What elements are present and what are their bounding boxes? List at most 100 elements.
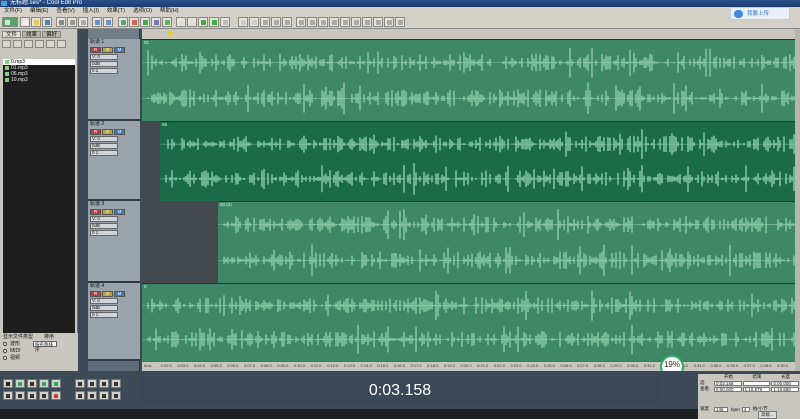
view-end-field[interactable]: 1:10.679	[742, 386, 771, 392]
mute-button[interactable]: M	[114, 47, 125, 53]
tool-button[interactable]	[176, 17, 186, 27]
play-file-icon[interactable]	[46, 40, 55, 48]
edit-file-icon[interactable]	[35, 40, 44, 48]
tool-button[interactable]	[271, 17, 281, 27]
loop-icon[interactable]	[57, 40, 66, 48]
track-header[interactable]: 轨道 2 RSM V: 0 0dB 0 1	[88, 121, 140, 201]
top-ruler[interactable]	[142, 29, 795, 39]
record-arm-button[interactable]: R	[90, 291, 101, 297]
audio-clip[interactable]: 0	[142, 283, 795, 361]
volume-field[interactable]: V: 0	[90, 298, 118, 304]
menu-insert[interactable]: 插入(I)	[79, 7, 103, 15]
selection-end-field[interactable]	[742, 380, 771, 386]
tool-button[interactable]	[249, 17, 259, 27]
menu-options[interactable]: 选项(O)	[129, 7, 156, 15]
tool-button[interactable]	[329, 17, 339, 27]
selection-start-field[interactable]: 0:03.158	[714, 380, 742, 386]
tool-button[interactable]	[140, 17, 150, 27]
volume-field[interactable]: V: 0	[90, 216, 118, 222]
redo-button[interactable]	[103, 17, 113, 27]
tab-effects[interactable]: 效果	[22, 31, 42, 38]
solo-button[interactable]: S	[102, 291, 113, 297]
tool-button[interactable]	[220, 17, 230, 27]
output-field[interactable]: 0 1	[90, 312, 118, 318]
multitrack-area[interactable]: 01 06 00 (2) 0	[142, 39, 795, 361]
zoom-right-icon[interactable]	[111, 391, 121, 400]
tool-button[interactable]	[209, 17, 219, 27]
track-header[interactable]: 轨道 3 RSM V: 0 0dB 0 1	[88, 201, 140, 283]
cut-button[interactable]	[56, 17, 66, 27]
go-start-button[interactable]	[3, 391, 13, 400]
view-start-field[interactable]: 0:00.000	[714, 386, 742, 392]
tool-button[interactable]	[362, 17, 372, 27]
tool-button[interactable]	[395, 17, 405, 27]
play-button[interactable]	[15, 379, 25, 388]
mode-switch-button[interactable]	[2, 17, 18, 27]
solo-button[interactable]: S	[102, 209, 113, 215]
zoom-left-icon[interactable]	[99, 391, 109, 400]
track-lane[interactable]: 00 (2)	[142, 201, 795, 283]
bpm-field[interactable]: 145	[714, 406, 728, 412]
go-end-button[interactable]	[39, 391, 49, 400]
beats-field[interactable]: 4	[741, 406, 750, 412]
play-to-end-button[interactable]	[39, 379, 49, 388]
volume-field[interactable]: V: 0	[90, 136, 118, 142]
new-button[interactable]	[20, 17, 30, 27]
view-length-field[interactable]: 1:10.680	[771, 386, 800, 392]
import-icon[interactable]	[13, 40, 22, 48]
gain-field[interactable]: 0dB	[90, 143, 118, 149]
zoom-in-v-icon[interactable]	[75, 391, 85, 400]
zoom-selection-icon[interactable]	[111, 379, 121, 388]
stop-button[interactable]	[3, 379, 13, 388]
tool-button[interactable]	[307, 17, 317, 27]
advanced-button[interactable]: 高级...	[758, 411, 777, 419]
menu-view[interactable]: 查看(V)	[52, 7, 78, 15]
paste-button[interactable]	[78, 17, 88, 27]
tool-button[interactable]	[151, 17, 161, 27]
tool-button[interactable]	[260, 17, 270, 27]
time-ruler[interactable]: hms 0:02.0 0:03.0 0:04.0 0:05.0 0:06.0 0:07.0 0…	[142, 361, 795, 371]
vertical-scrollbar[interactable]	[795, 29, 800, 371]
output-field[interactable]: 0 1	[90, 68, 118, 74]
upload-button[interactable]: 我要上传	[730, 7, 790, 20]
mute-button[interactable]: M	[114, 209, 125, 215]
file-item[interactable]: 10.mp3	[3, 77, 75, 83]
playhead-marker-icon[interactable]	[166, 29, 175, 38]
record-arm-button[interactable]: R	[90, 209, 101, 215]
empty-track-region[interactable]	[142, 121, 160, 201]
track-lane[interactable]: 01	[142, 39, 795, 121]
save-button[interactable]	[42, 17, 52, 27]
tab-favorites[interactable]: 偏好	[42, 31, 62, 38]
tool-button[interactable]	[118, 17, 128, 27]
sort-select[interactable]: 按名称排序	[33, 340, 58, 352]
audio-clip[interactable]: 06	[160, 121, 795, 201]
zoom-out-v-icon[interactable]	[87, 391, 97, 400]
loop-button[interactable]	[51, 379, 61, 388]
tool-button[interactable]	[373, 17, 383, 27]
record-arm-button[interactable]: R	[90, 47, 101, 53]
midi-checkbox[interactable]	[3, 348, 7, 353]
menu-edit[interactable]: 编辑(E)	[26, 7, 52, 15]
menu-file[interactable]: 文件(F)	[0, 7, 26, 15]
zoom-out-h-icon[interactable]	[87, 379, 97, 388]
zoom-full-icon[interactable]	[99, 379, 109, 388]
volume-field[interactable]: V: 0	[90, 54, 118, 60]
undo-button[interactable]	[92, 17, 102, 27]
zoom-in-h-icon[interactable]	[75, 379, 85, 388]
record-arm-button[interactable]: R	[90, 129, 101, 135]
tool-button[interactable]	[318, 17, 328, 27]
track-lane[interactable]: 0	[142, 283, 795, 361]
tool-button[interactable]	[340, 17, 350, 27]
audio-clip[interactable]: 01	[142, 39, 795, 121]
mute-button[interactable]: M	[114, 129, 125, 135]
menu-effects[interactable]: 效果(T)	[103, 7, 129, 15]
tool-button[interactable]	[351, 17, 361, 27]
video-checkbox[interactable]	[3, 355, 7, 360]
rewind-button[interactable]	[15, 391, 25, 400]
tool-button[interactable]	[282, 17, 292, 27]
mute-button[interactable]: M	[114, 291, 125, 297]
forward-button[interactable]	[27, 391, 37, 400]
open-button[interactable]	[31, 17, 41, 27]
copy-button[interactable]	[67, 17, 77, 27]
track-header[interactable]: 轨道 1 RSM V: 0 0dB 0 1	[88, 39, 140, 121]
